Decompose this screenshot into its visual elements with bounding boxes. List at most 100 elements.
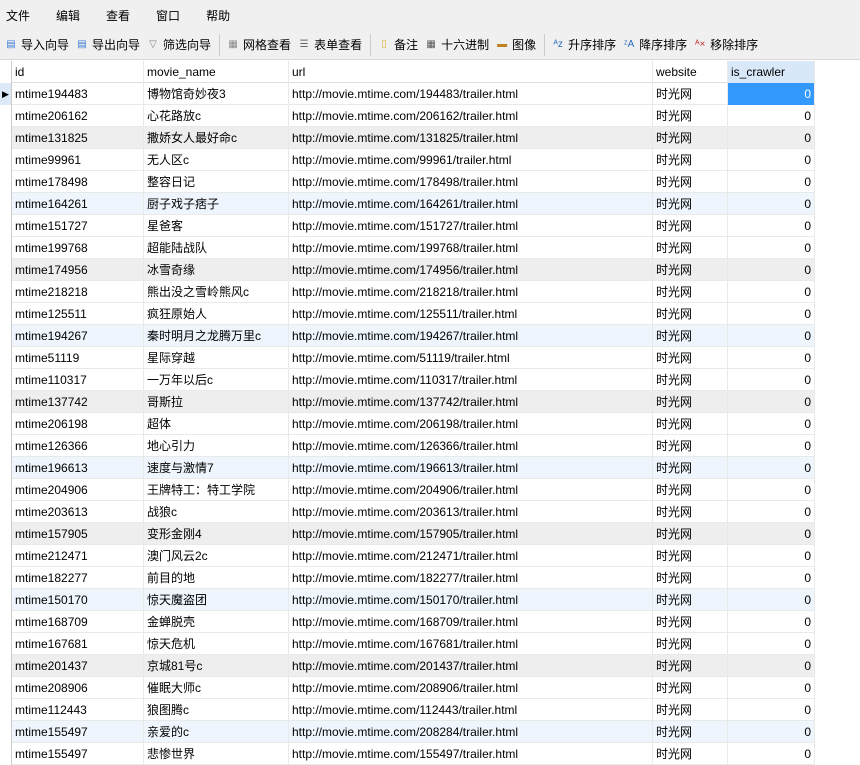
cell-id[interactable]: mtime203613 [12,501,144,523]
cell-movie-name[interactable]: 前目的地 [144,567,289,589]
menu-item-2[interactable]: 查看 [106,7,130,24]
row-header[interactable] [0,259,12,281]
cell-id[interactable]: mtime201437 [12,655,144,677]
cell-website[interactable]: 时光网 [653,589,728,611]
cell-id[interactable]: mtime208906 [12,677,144,699]
cell-url[interactable]: http://movie.mtime.com/203613/trailer.ht… [289,501,653,523]
row-header[interactable] [0,545,12,567]
cell-website[interactable]: 时光网 [653,237,728,259]
cell-movie-name[interactable]: 博物馆奇妙夜3 [144,83,289,105]
cell-url[interactable]: http://movie.mtime.com/164261/trailer.ht… [289,193,653,215]
cell-id[interactable]: mtime131825 [12,127,144,149]
cell-website[interactable]: 时光网 [653,721,728,743]
cell-movie-name[interactable]: 变形金刚4 [144,523,289,545]
cell-is-crawler[interactable]: 0 [728,259,815,281]
row-header[interactable] [0,413,12,435]
cell-website[interactable]: 时光网 [653,127,728,149]
cell-is-crawler[interactable]: 0 [728,325,815,347]
cell-movie-name[interactable]: 哥斯拉 [144,391,289,413]
cell-is-crawler[interactable]: 0 [728,567,815,589]
toolbar-button-9[interactable]: ᶻA 降序排序 [622,36,687,53]
cell-website[interactable]: 时光网 [653,677,728,699]
row-header[interactable] [0,171,12,193]
column-header-url[interactable]: url [289,61,653,83]
column-header-id[interactable]: id [12,61,144,83]
table-row[interactable]: mtime125511 疯狂原始人 http://movie.mtime.com/1… [0,303,815,325]
cell-movie-name[interactable]: 悲惨世界 [144,743,289,765]
cell-id[interactable]: mtime218218 [12,281,144,303]
cell-is-crawler[interactable]: 0 [728,699,815,721]
cell-id[interactable]: mtime212471 [12,545,144,567]
table-row[interactable]: mtime208906 催眠大师c http://movie.mtime.com/2… [0,677,815,699]
cell-id[interactable]: mtime151727 [12,215,144,237]
cell-id[interactable]: mtime199768 [12,237,144,259]
row-header[interactable] [0,523,12,545]
table-row[interactable]: mtime218218 熊出没之雪岭熊风c http://movie.mtime.c… [0,281,815,303]
cell-movie-name[interactable]: 撒娇女人最好命c [144,127,289,149]
cell-movie-name[interactable]: 秦时明月之龙腾万里c [144,325,289,347]
menu-item-4[interactable]: 帮助 [206,7,230,24]
cell-is-crawler[interactable]: 0 [728,215,815,237]
cell-movie-name[interactable]: 熊出没之雪岭熊风c [144,281,289,303]
cell-is-crawler[interactable]: 0 [728,743,815,765]
cell-id[interactable]: mtime167681 [12,633,144,655]
cell-movie-name[interactable]: 狼图腾c [144,699,289,721]
cell-website[interactable]: 时光网 [653,83,728,105]
table-row[interactable]: mtime112443 狼图腾c http://movie.mtime.com/11… [0,699,815,721]
cell-id[interactable]: mtime194483 [12,83,144,105]
row-header[interactable] [0,435,12,457]
cell-url[interactable]: http://movie.mtime.com/155497/trailer.ht… [289,743,653,765]
cell-is-crawler[interactable]: 0 [728,149,815,171]
cell-url[interactable]: http://movie.mtime.com/151727/trailer.ht… [289,215,653,237]
cell-url[interactable]: http://movie.mtime.com/194483/trailer.ht… [289,83,653,105]
menu-item-3[interactable]: 窗口 [156,7,180,24]
cell-is-crawler[interactable]: 0 [728,633,815,655]
cell-movie-name[interactable]: 冰雪奇缘 [144,259,289,281]
cell-movie-name[interactable]: 催眠大师c [144,677,289,699]
table-row[interactable]: mtime150170 惊天魔盗团 http://movie.mtime.com/1… [0,589,815,611]
cell-is-crawler[interactable]: 0 [728,655,815,677]
row-header[interactable] [0,105,12,127]
cell-is-crawler[interactable]: 0 [728,237,815,259]
row-header[interactable] [0,303,12,325]
cell-url[interactable]: http://movie.mtime.com/208284/trailer.ht… [289,721,653,743]
table-row[interactable]: mtime157905 变形金刚4 http://movie.mtime.com/1… [0,523,815,545]
cell-id[interactable]: mtime126366 [12,435,144,457]
cell-url[interactable]: http://movie.mtime.com/182277/trailer.ht… [289,567,653,589]
row-header[interactable] [0,699,12,721]
cell-movie-name[interactable]: 心花路放c [144,105,289,127]
row-header[interactable] [0,127,12,149]
cell-id[interactable]: mtime150170 [12,589,144,611]
row-header[interactable] [0,655,12,677]
row-header[interactable] [0,325,12,347]
toolbar-button-3[interactable]: ▦ 网格查看 [226,36,291,53]
cell-is-crawler[interactable]: 0 [728,105,815,127]
cell-is-crawler[interactable]: 0 [728,435,815,457]
cell-is-crawler[interactable]: 0 [728,413,815,435]
cell-url[interactable]: http://movie.mtime.com/206198/trailer.ht… [289,413,653,435]
table-row[interactable]: mtime199768 超能陆战队 http://movie.mtime.com/1… [0,237,815,259]
table-row[interactable]: mtime126366 地心引力 http://movie.mtime.com/12… [0,435,815,457]
cell-movie-name[interactable]: 惊天魔盗团 [144,589,289,611]
cell-website[interactable]: 时光网 [653,545,728,567]
toolbar-button-1[interactable]: ▤ 导出向导 [75,36,140,53]
cell-url[interactable]: http://movie.mtime.com/178498/trailer.ht… [289,171,653,193]
table-row[interactable]: mtime203613 战狼c http://movie.mtime.com/203… [0,501,815,523]
cell-is-crawler[interactable]: 0 [728,545,815,567]
cell-id[interactable]: mtime196613 [12,457,144,479]
cell-url[interactable]: http://movie.mtime.com/126366/trailer.ht… [289,435,653,457]
cell-id[interactable]: mtime110317 [12,369,144,391]
cell-website[interactable]: 时光网 [653,743,728,765]
cell-url[interactable]: http://movie.mtime.com/125511/trailer.ht… [289,303,653,325]
row-header[interactable] [0,347,12,369]
cell-id[interactable]: mtime194267 [12,325,144,347]
cell-website[interactable]: 时光网 [653,567,728,589]
cell-movie-name[interactable]: 整容日记 [144,171,289,193]
table-row[interactable]: mtime99961 无人区c http://movie.mtime.com/999… [0,149,815,171]
cell-movie-name[interactable]: 地心引力 [144,435,289,457]
cell-id[interactable]: mtime51119 [12,347,144,369]
cell-id[interactable]: mtime155497 [12,743,144,765]
cell-url[interactable]: http://movie.mtime.com/168709/trailer.ht… [289,611,653,633]
cell-is-crawler[interactable]: 0 [728,347,815,369]
cell-is-crawler[interactable]: 0 [728,457,815,479]
